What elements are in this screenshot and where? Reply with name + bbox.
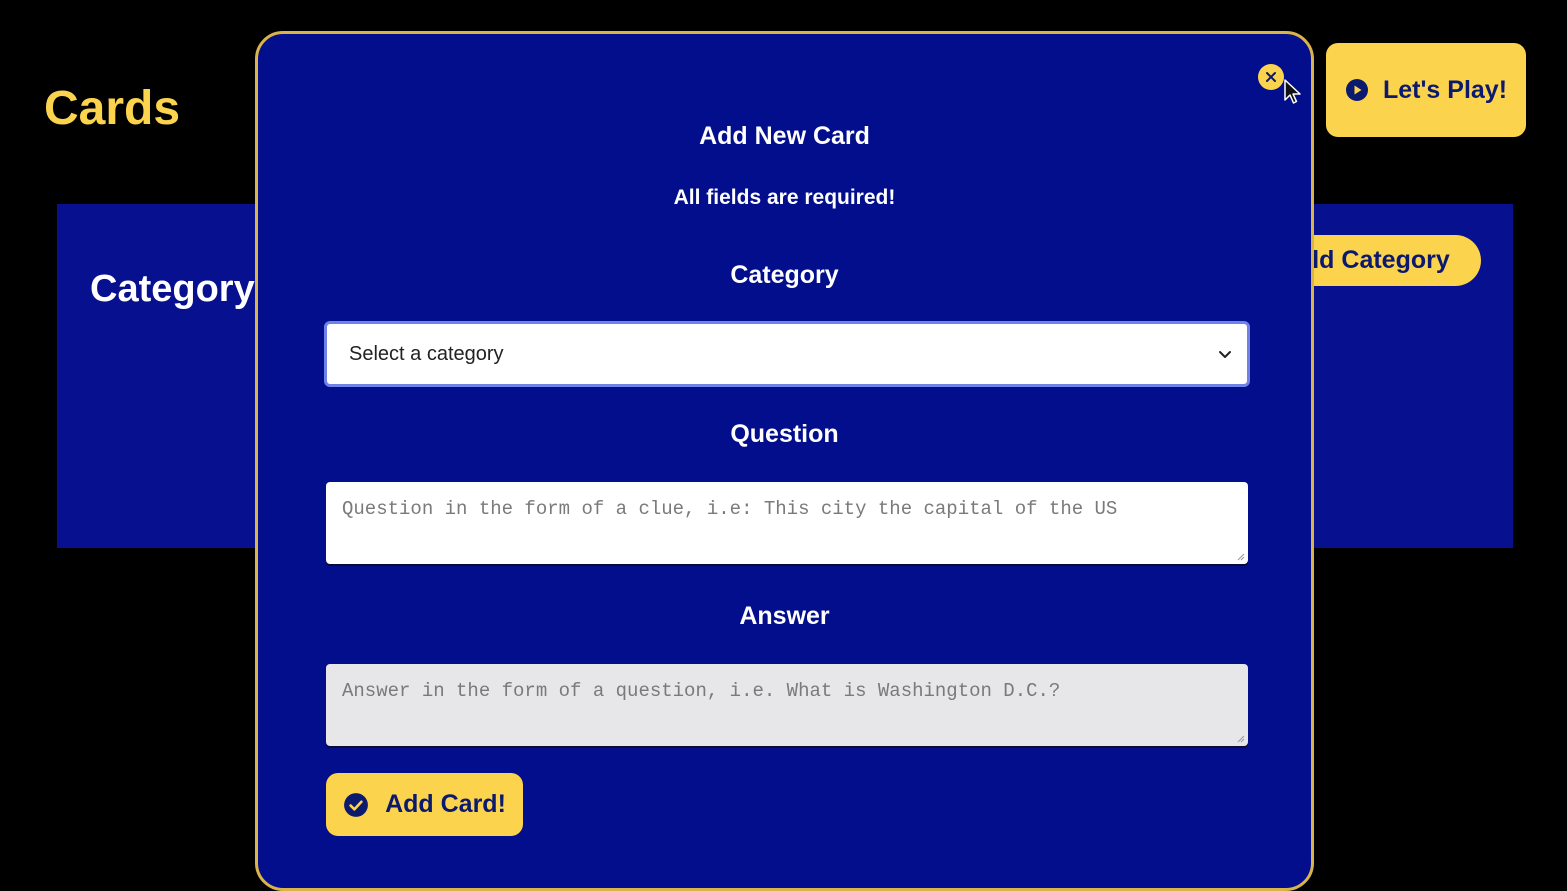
add-card-button[interactable]: Add Card! [326,773,523,836]
lets-play-button[interactable]: Let's Play! [1326,43,1526,137]
add-category-label: ld Category [1312,246,1450,274]
answer-textarea[interactable]: Answer in the form of a question, i.e. W… [326,664,1248,746]
category-select-value: Select a category [349,342,504,365]
answer-label: Answer [739,602,830,630]
page-title: Cards [44,82,181,135]
resize-handle-icon[interactable] [1235,551,1245,561]
required-note: All fields are required! [673,186,896,209]
lets-play-label: Let's Play! [1382,75,1508,104]
answer-placeholder: Answer in the form of a question, i.e. W… [342,680,1061,702]
resize-handle-icon[interactable] [1235,733,1245,743]
close-button[interactable] [1258,64,1284,90]
mouse-pointer-icon [1284,79,1301,104]
check-circle-icon [344,792,368,817]
category-select[interactable]: Select a category [324,321,1250,387]
category-heading: Category [90,268,255,310]
question-textarea[interactable]: Question in the form of a clue, i.e: Thi… [326,482,1248,564]
add-card-modal: Add New Card All fields are required! Ca… [255,31,1314,891]
chevron-down-icon [1219,351,1231,358]
modal-title: Add New Card [699,122,870,150]
add-card-label: Add Card! [385,790,506,818]
question-placeholder: Question in the form of a clue, i.e: Thi… [342,498,1118,520]
close-icon [1266,72,1276,82]
category-label: Category [730,261,839,289]
question-label: Question [730,420,839,448]
play-circle-icon [1345,79,1368,101]
